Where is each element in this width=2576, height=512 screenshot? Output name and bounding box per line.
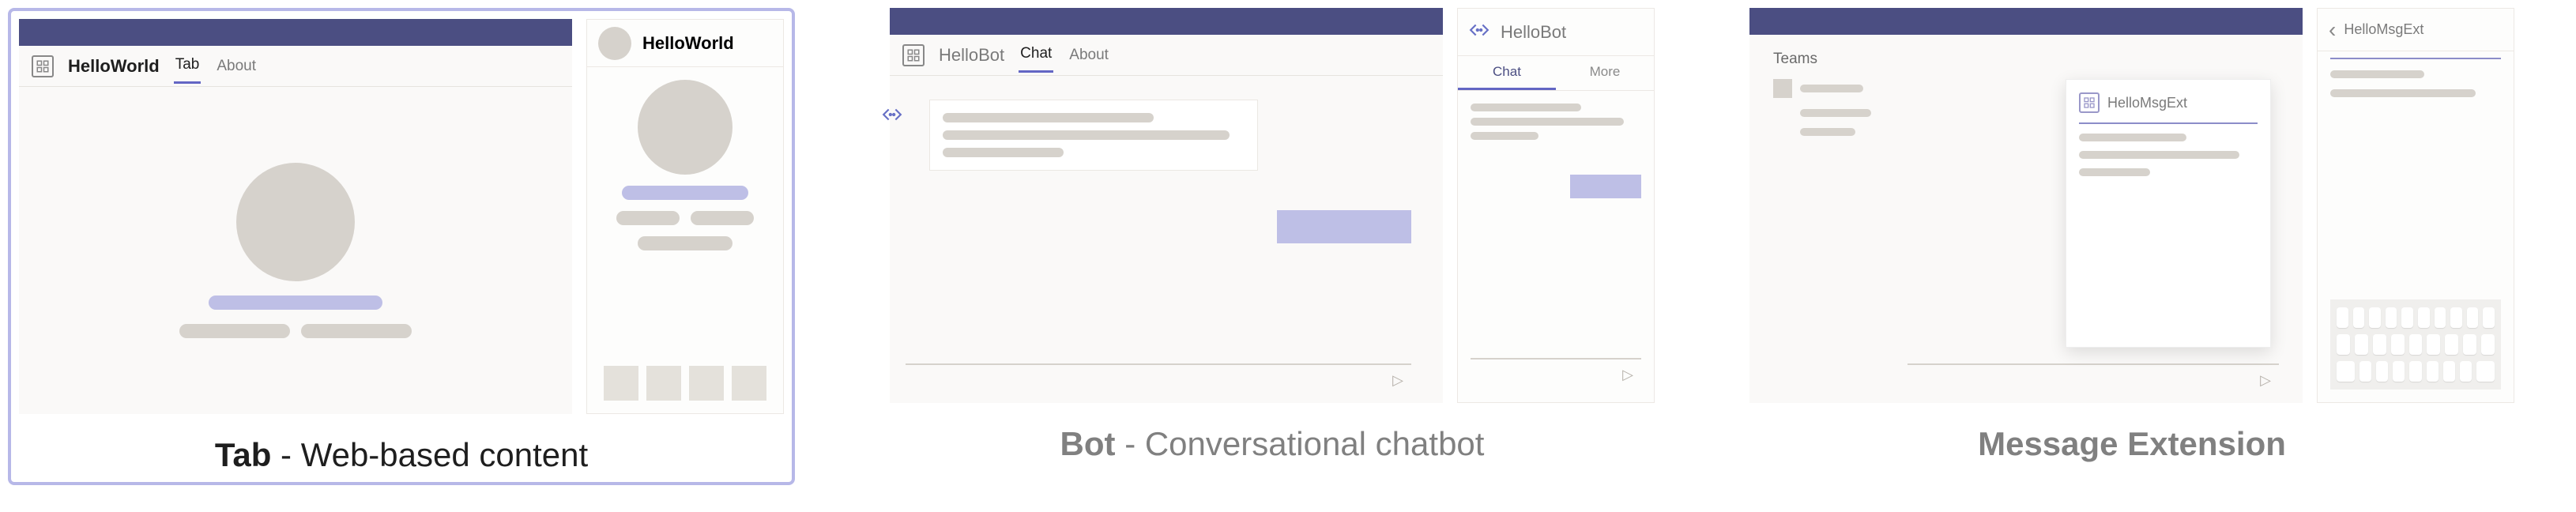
placeholder-line [2079,151,2239,159]
mobile-tab-chat[interactable]: Chat [1458,56,1556,90]
bot-mobile-header: HelloBot [1458,9,1654,56]
group-tab-caption: Tab - Web-based content [215,436,588,474]
placeholder-avatar [236,163,355,281]
group-msgext: Teams ▷ [1749,8,2514,463]
mobile-title: HelloBot [1501,22,1566,43]
window-titlebar [19,19,572,46]
tab-mobile-header: HelloWorld [587,20,783,67]
bot-desktop-header: HelloBot Chat About [890,35,1443,76]
teams-sidebar: Teams [1773,51,1892,395]
code-icon [1469,20,1489,44]
msgext-popup-header: HelloMsgExt [2079,92,2258,113]
placeholder-line [2079,134,2186,141]
placeholder-line [943,148,1064,157]
bot-mobile-window: HelloBot Chat More ▷ [1457,8,1655,403]
tab-about[interactable]: About [215,50,258,83]
mobile-keyboard[interactable] [2330,299,2501,390]
tab-tab[interactable]: Tab [174,48,201,84]
placeholder-line [179,324,290,338]
placeholder-line [1471,118,1624,126]
tab-mobile-body [587,67,783,413]
placeholder-line [2330,89,2476,97]
back-icon[interactable]: ‹ [2329,17,2336,43]
nav-tile[interactable] [646,366,681,401]
send-icon[interactable]: ▷ [1622,367,1633,383]
tab-desktop-header: HelloWorld Tab About [19,46,572,87]
placeholder-line [1800,128,1855,136]
msgext-mobile-window: ‹ HelloMsgExt [2317,8,2514,403]
nav-tile[interactable] [604,366,638,401]
placeholder-line [1471,132,1538,140]
user-reply-bubble [1570,175,1641,198]
search-underline[interactable] [2330,58,2501,59]
placeholder-line [943,113,1154,122]
placeholder-line [691,211,754,225]
popup-search-underline[interactable] [2079,122,2258,124]
msgext-desktop-window: Teams ▷ [1749,8,2303,403]
placeholder-line [2330,70,2424,78]
app-title: HelloBot [939,45,1004,66]
placeholder-line [301,324,412,338]
tab-mobile-window: HelloWorld [586,19,784,414]
msgext-mobile-body [2318,51,2514,402]
mobile-tab-more[interactable]: More [1556,56,1654,90]
sidebar-item[interactable] [1773,79,1892,98]
bot-message-card [929,100,1258,171]
placeholder-avatar [638,80,733,175]
placeholder-line [2079,168,2150,176]
bot-desktop-window: HelloBot Chat About [890,8,1443,403]
popup-title: HelloMsgExt [2107,95,2187,111]
nav-tile[interactable] [732,366,766,401]
group-msgext-caption: Message Extension [1978,425,2286,463]
group-tab: HelloWorld Tab About HelloWorld [8,8,795,485]
mobile-title: HelloMsgExt [2344,21,2423,38]
user-reply-bubble [1277,210,1411,243]
msgext-mobile-header: ‹ HelloMsgExt [2318,9,2514,51]
app-icon [32,55,54,77]
sidebar-title: Teams [1773,51,1892,68]
mobile-title: HelloWorld [642,33,734,54]
tab-about[interactable]: About [1068,39,1110,72]
placeholder-line [1800,85,1863,92]
placeholder-line-accent [209,296,382,310]
bot-mobile-body: ▷ [1458,91,1654,402]
msgext-popup: HelloMsgExt [2066,79,2271,348]
tab-desktop-body [19,87,572,414]
code-icon [882,104,902,129]
bot-chat-area: ▷ [890,76,1443,403]
app-icon [902,44,925,66]
tab-chat[interactable]: Chat [1019,37,1053,73]
send-icon[interactable]: ▷ [1392,372,1403,389]
placeholder-line [638,236,733,250]
bot-message-block [906,100,1411,171]
window-titlebar [890,8,1443,35]
chat-input[interactable]: ▷ [906,363,1411,395]
bottom-tile-row [600,366,770,401]
placeholder-line [1800,109,1871,117]
placeholder-line-accent [622,186,748,200]
placeholder-line [943,130,1230,140]
group-bot-caption: Bot - Conversational chatbot [1060,425,1485,463]
app-title: HelloWorld [68,56,160,77]
chat-input[interactable]: ▷ [1471,358,1641,390]
window-titlebar [1749,8,2303,35]
tab-desktop-window: HelloWorld Tab About [19,19,572,414]
bot-mobile-tabs: Chat More [1458,56,1654,91]
avatar-icon [598,27,631,60]
team-icon [1773,79,1792,98]
chat-input[interactable]: ▷ [1908,363,2279,395]
nav-tile[interactable] [689,366,724,401]
send-icon[interactable]: ▷ [2260,372,2271,389]
app-icon [2079,92,2100,113]
group-bot: HelloBot Chat About [890,8,1655,463]
placeholder-line [1471,104,1581,111]
placeholder-line [616,211,680,225]
